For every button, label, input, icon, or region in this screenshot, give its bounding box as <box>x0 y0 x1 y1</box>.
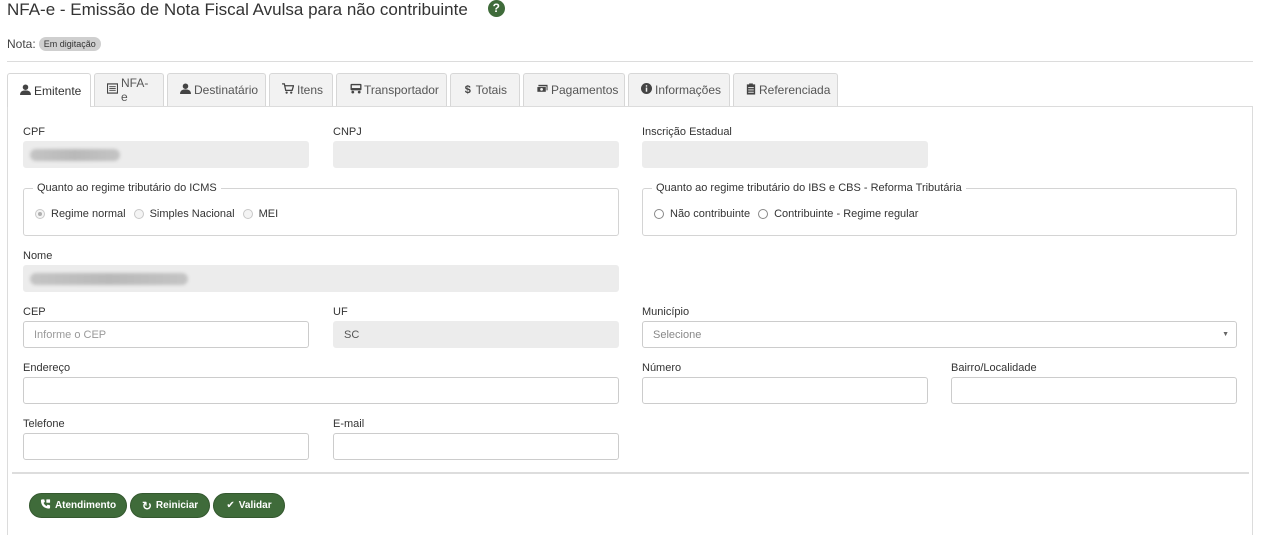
radio-mei[interactable]: MEI <box>242 208 279 220</box>
tab-pagamentos[interactable]: Pagamentos <box>523 73 625 106</box>
icms-radio-group: Regime normal Simples Nacional MEI <box>35 208 286 220</box>
nome-field <box>23 265 619 292</box>
ibs-radio-group: Não contribuinte Contribuinte - Regime r… <box>654 208 926 220</box>
tab-informacoes[interactable]: Informações <box>628 73 730 106</box>
uf-field: SC <box>333 321 619 348</box>
ie-label: Inscrição Estadual <box>642 126 732 138</box>
nota-status: Nota: Em digitação <box>7 37 101 51</box>
status-badge: Em digitação <box>38 37 101 51</box>
endereco-input[interactable] <box>23 377 619 404</box>
cnpj-field <box>333 141 619 168</box>
bairro-input[interactable] <box>951 377 1237 404</box>
phone-icon <box>40 499 51 512</box>
municipio-select-value: Selecione <box>653 328 702 341</box>
radio-dot <box>242 209 253 219</box>
tab-transportador[interactable]: Transportador <box>336 73 447 106</box>
tab-bar: Emitente NFA-e Destinatário Itens Transp… <box>7 73 841 107</box>
tab-label: NFA-e <box>121 76 149 104</box>
button-label: Atendimento <box>54 500 117 511</box>
radio-regime-normal[interactable]: Regime normal <box>35 208 126 220</box>
radio-dot <box>654 209 664 219</box>
radio-simples-nacional[interactable]: Simples Nacional <box>133 208 235 220</box>
cep-label: CEP <box>23 306 46 318</box>
validar-button[interactable]: ✔ Validar <box>213 493 285 518</box>
numero-label: Número <box>642 362 682 374</box>
tab-label: Itens <box>297 83 324 97</box>
radio-nao-contribuinte[interactable]: Não contribuinte <box>654 208 750 220</box>
tab-itens[interactable]: Itens <box>269 73 333 106</box>
redacted-value <box>30 273 188 285</box>
chevron-down-icon: ▼ <box>1222 331 1229 338</box>
cnpj-label: CNPJ <box>333 126 362 138</box>
ie-field <box>642 141 928 168</box>
cep-input[interactable]: Informe o CEP <box>23 321 309 348</box>
button-label: Validar <box>238 500 272 511</box>
ibs-cbs-regime-group: Quanto ao regime tributário do IBS e CBS… <box>642 182 1237 236</box>
header-divider <box>7 61 1253 62</box>
check-icon: ✔ <box>226 500 235 511</box>
atendimento-button[interactable]: Atendimento <box>29 493 127 518</box>
radio-label: Regime normal <box>51 208 126 220</box>
user-icon <box>20 83 31 98</box>
dollar-icon: $ <box>464 84 471 96</box>
button-label: Reiniciar <box>155 500 199 511</box>
clipboard-icon <box>746 82 756 98</box>
municipio-label: Município <box>642 306 690 318</box>
tab-label: Transportador <box>364 83 439 97</box>
radio-label: Não contribuinte <box>670 208 751 220</box>
tab-label: Referenciada <box>759 83 831 97</box>
page-title-text: NFA-e - Emissão de Nota Fiscal Avulsa pa… <box>7 0 468 19</box>
footer-divider <box>12 472 1249 474</box>
tab-label: Informações <box>655 83 722 97</box>
endereco-label: Endereço <box>23 362 71 374</box>
info-icon <box>641 83 652 97</box>
ibs-cbs-legend: Quanto ao regime tributário do IBS e CBS… <box>652 182 966 194</box>
municipio-select[interactable]: Selecione ▼ <box>642 321 1237 348</box>
tab-label: Destinatário <box>194 83 259 97</box>
radio-dot <box>35 209 45 219</box>
tab-destinatario[interactable]: Destinatário <box>167 73 266 106</box>
telefone-label: Telefone <box>23 418 65 430</box>
tab-emitente[interactable]: Emitente <box>7 73 91 107</box>
radio-dot <box>133 209 144 219</box>
uf-label: UF <box>333 306 348 318</box>
nota-label: Nota: <box>7 37 36 51</box>
tab-label: Totais <box>475 83 507 97</box>
redacted-value <box>30 149 120 161</box>
radio-label: Contribuinte - Regime regular <box>774 208 919 220</box>
cart-icon <box>282 83 295 97</box>
radio-label: MEI <box>258 208 279 220</box>
page-title: NFA-e - Emissão de Nota Fiscal Avulsa pa… <box>7 0 505 20</box>
money-icon <box>536 83 548 97</box>
tab-referenciada[interactable]: Referenciada <box>733 73 838 106</box>
cpf-field <box>23 141 309 168</box>
radio-label: Simples Nacional <box>149 208 235 220</box>
truck-icon <box>349 83 362 97</box>
refresh-icon: ↻ <box>141 498 152 513</box>
telefone-input[interactable] <box>23 433 309 460</box>
numero-input[interactable] <box>642 377 928 404</box>
bairro-label: Bairro/Localidade <box>951 362 1037 374</box>
document-icon <box>106 83 119 97</box>
cpf-label: CPF <box>23 126 45 138</box>
email-input[interactable] <box>333 433 619 460</box>
reiniciar-button[interactable]: ↻ Reiniciar <box>130 493 210 518</box>
email-label: E-mail <box>333 418 365 430</box>
user-icon <box>180 83 191 97</box>
tab-label: Pagamentos <box>551 83 619 97</box>
icms-legend: Quanto ao regime tributário do ICMS <box>33 182 221 194</box>
radio-contribuinte-regime-regular[interactable]: Contribuinte - Regime regular <box>758 208 918 220</box>
tab-label: Emitente <box>34 83 82 98</box>
help-icon[interactable]: ? <box>487 0 505 17</box>
tab-nfa-e[interactable]: NFA-e <box>94 73 164 106</box>
nome-label: Nome <box>23 250 53 262</box>
icms-regime-group: Quanto ao regime tributário do ICMS Regi… <box>23 182 619 236</box>
emitente-panel: CPF CNPJ Inscrição Estadual Quanto ao re… <box>7 106 1253 535</box>
tab-totais[interactable]: $ Totais <box>450 73 520 106</box>
radio-dot <box>758 209 769 219</box>
